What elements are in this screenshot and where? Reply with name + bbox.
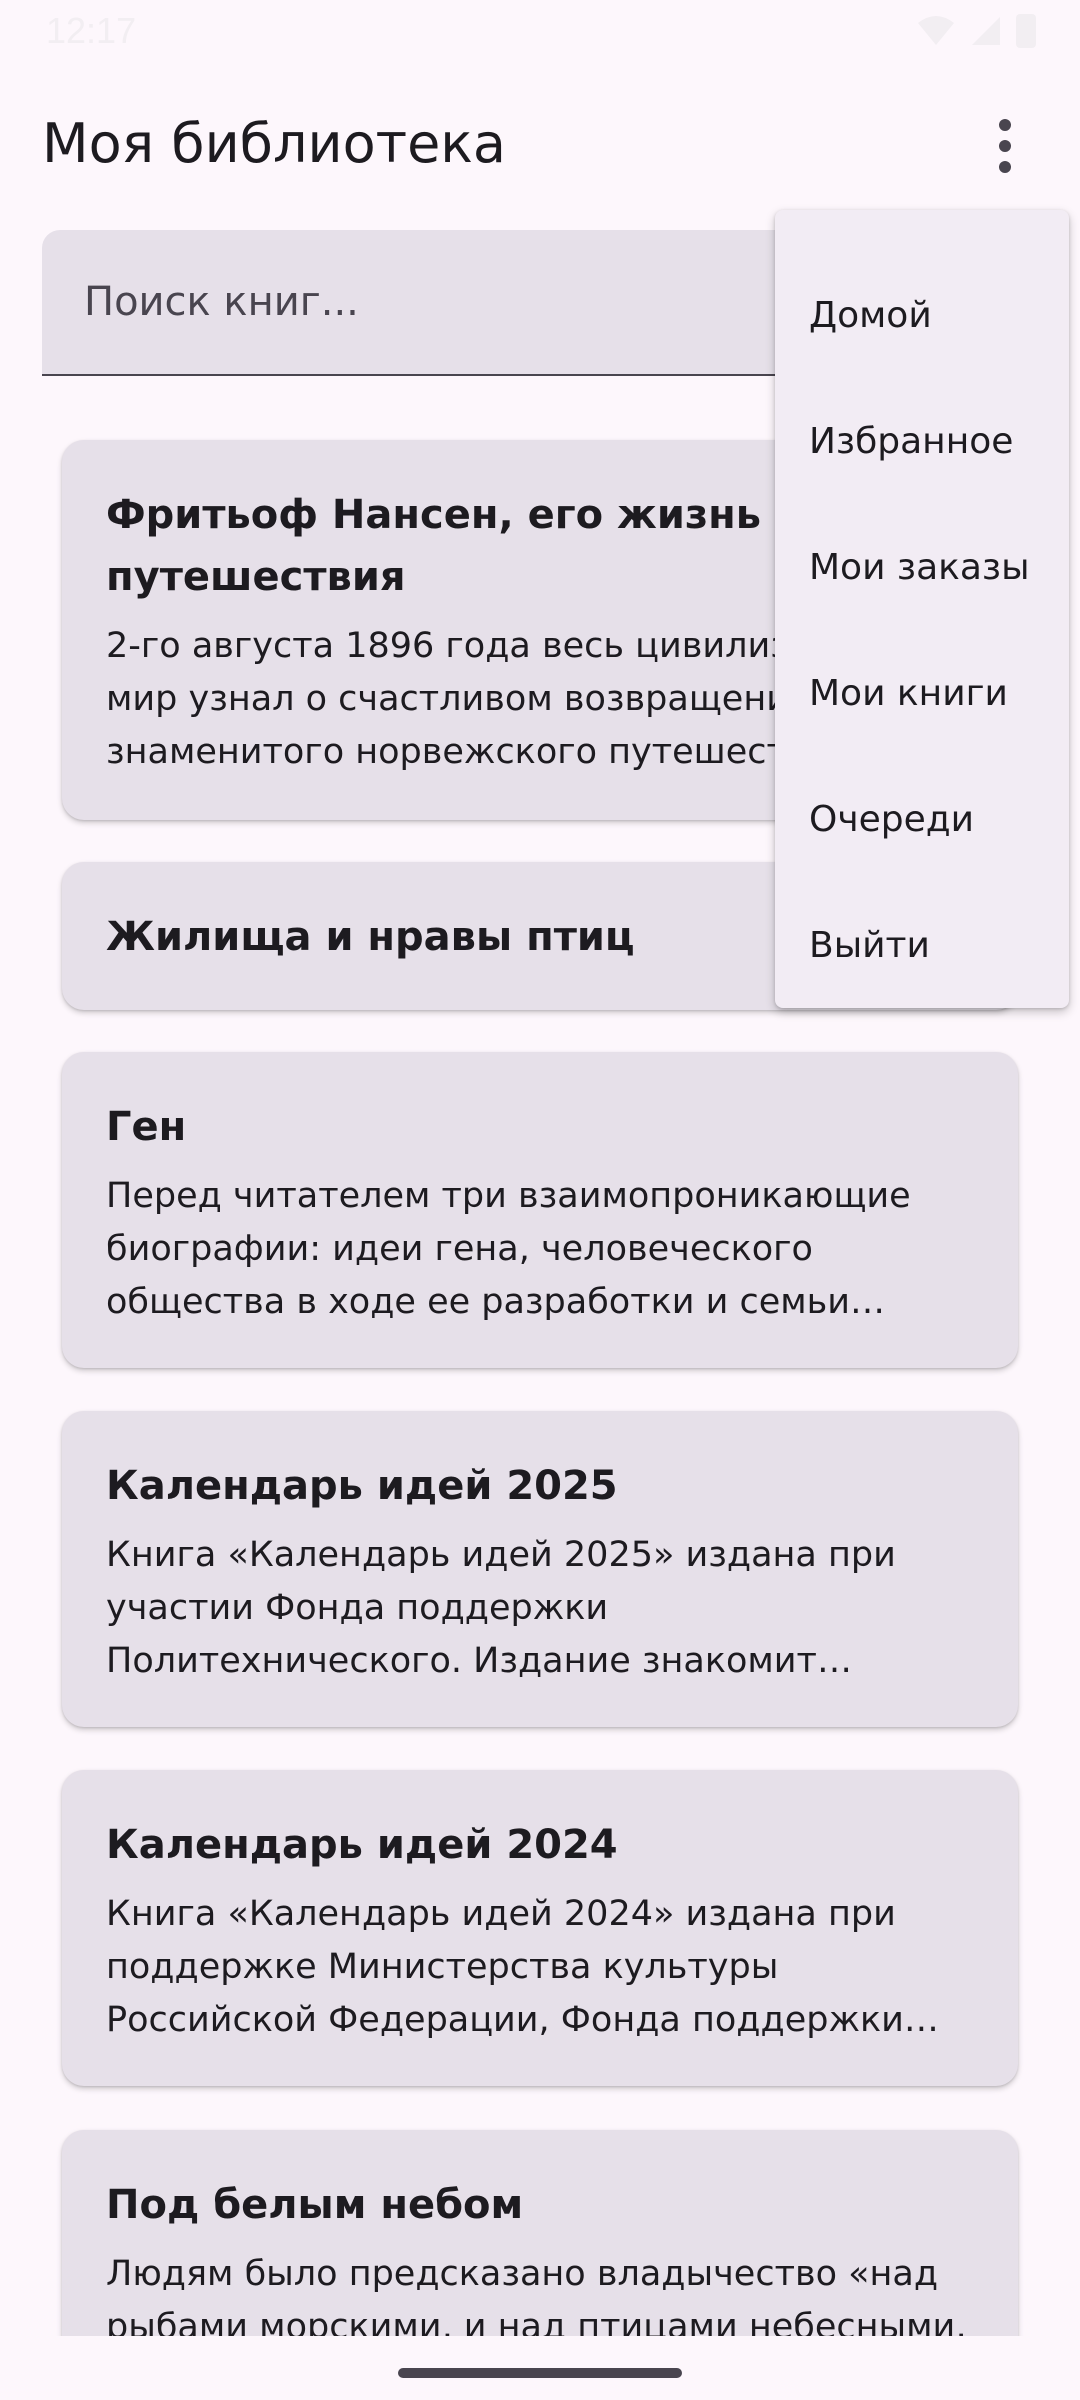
status-time: 12:17 <box>46 10 137 51</box>
book-card[interactable]: Календарь идей 2024 Книга «Календарь иде… <box>62 1770 1018 2086</box>
menu-item-queues[interactable]: Очереди <box>775 756 1069 882</box>
book-title: Ген <box>106 1104 187 1150</box>
book-description: Книга «Календарь идей 2025» издана при у… <box>106 1535 896 1681</box>
menu-item-my-books[interactable]: Мои книги <box>775 630 1069 756</box>
book-title: Под белым небом <box>106 2182 524 2228</box>
wifi-icon <box>916 15 956 47</box>
screen: 12:17 Моя библиотека Фритьоф Нансен, его… <box>0 0 1080 2400</box>
book-card[interactable]: Ген Перед читателем три взаимопроникающи… <box>62 1052 1018 1368</box>
menu-item-logout[interactable]: Выйти <box>775 882 1069 1008</box>
page-title: Моя библиотека <box>42 112 507 175</box>
book-card[interactable]: Календарь идей 2025 Книга «Календарь иде… <box>62 1411 1018 1727</box>
book-description: Перед читателем три взаимопроникающие би… <box>106 1176 911 1322</box>
menu-item-home[interactable]: Домой <box>775 252 1069 378</box>
status-icons <box>916 14 1036 48</box>
battery-icon <box>1016 14 1036 48</box>
menu-item-favorites[interactable]: Избранное <box>775 378 1069 504</box>
menu-item-my-orders[interactable]: Мои заказы <box>775 504 1069 630</box>
signal-icon <box>970 15 1002 47</box>
book-title: Календарь идей 2024 <box>106 1822 618 1868</box>
gesture-handle[interactable] <box>398 2368 682 2378</box>
gesture-nav-area <box>0 2336 1080 2400</box>
more-vert-icon <box>999 119 1011 173</box>
status-bar: 12:17 <box>0 0 1080 64</box>
book-description: Книга «Календарь идей 2024» издана при п… <box>106 1894 904 2040</box>
book-title: Календарь идей 2025 <box>106 1463 618 1509</box>
top-app-bar: Моя библиотека <box>0 90 1080 202</box>
overflow-menu-button[interactable] <box>930 90 1080 202</box>
overflow-dropdown-menu: Домой Избранное Мои заказы Мои книги Оче… <box>775 210 1069 1008</box>
